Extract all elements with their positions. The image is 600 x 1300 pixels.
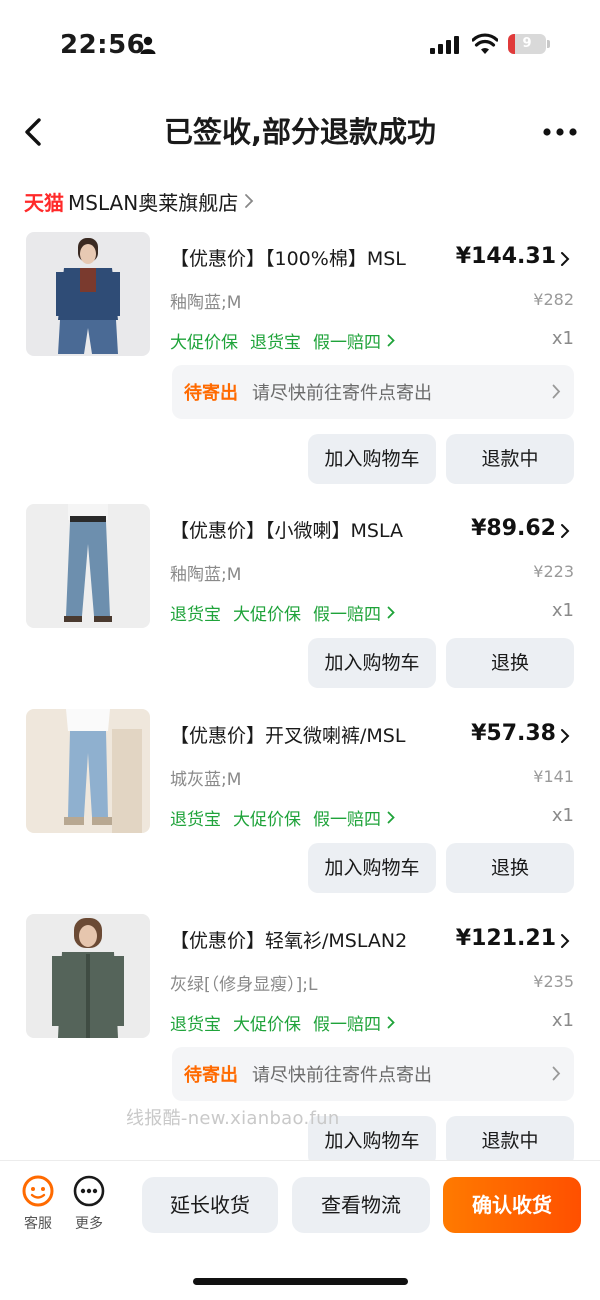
product-thumbnail[interactable]: [26, 232, 150, 356]
product-sku: 灰绿[（修身显瘦）];L: [170, 975, 318, 995]
chevron-right-icon[interactable]: [560, 523, 570, 539]
chevron-right-icon: [552, 1066, 561, 1081]
shop-name: MSLAN奥莱旗舰店: [68, 190, 239, 215]
customer-service-icon: [22, 1175, 54, 1207]
battery-level: 9: [522, 36, 532, 51]
product-sku: 釉陶蓝;M: [170, 565, 242, 585]
notice-text: 请尽快前往寄件点寄出: [252, 383, 432, 404]
service-tag: 退货宝: [170, 605, 221, 625]
service-tag: 大促价保: [170, 333, 238, 353]
service-tags[interactable]: 退货宝 大促价保 假一赔四: [170, 805, 395, 830]
battery-indicator: 9: [508, 34, 550, 54]
service-tags[interactable]: 退货宝 大促价保 假一赔四: [170, 1010, 395, 1035]
original-price: ¥141: [533, 767, 574, 786]
original-price: ¥235: [533, 972, 574, 991]
product-price: ¥144.31: [455, 244, 556, 269]
chevron-right-icon: [245, 194, 254, 208]
product-title: 【优惠价】轻氧衫/MSLAN2: [170, 930, 408, 952]
product-price: ¥89.62: [471, 516, 556, 541]
add-to-cart-button[interactable]: 加入购物车: [308, 434, 436, 484]
confirm-receipt-button[interactable]: 确认收货: [443, 1177, 581, 1233]
original-price: ¥223: [533, 562, 574, 581]
service-tags[interactable]: 退货宝 大促价保 假一赔四: [170, 600, 395, 625]
product-price: ¥57.38: [471, 721, 556, 746]
product-quantity: x1: [551, 1010, 574, 1031]
service-tag: 退货宝: [170, 1015, 221, 1035]
chevron-right-icon[interactable]: [560, 933, 570, 949]
exchange-button[interactable]: 退换: [446, 843, 574, 893]
more-label: 更多: [75, 1216, 103, 1232]
refund-status-button[interactable]: 退款中: [446, 434, 574, 484]
exchange-button[interactable]: 退换: [446, 638, 574, 688]
status-time: 22:56: [60, 30, 146, 60]
status-bar: 22:56 9: [0, 0, 600, 90]
wifi-icon: [472, 33, 498, 54]
add-to-cart-button[interactable]: 加入购物车: [308, 638, 436, 688]
service-tag: 退货宝: [250, 333, 301, 353]
product-title: 【优惠价】开叉微喇裤/MSL: [170, 725, 406, 747]
page-title: 已签收,部分退款成功: [163, 115, 437, 149]
service-tag: 大促价保: [233, 810, 301, 830]
cellular-signal-icon: [430, 36, 459, 54]
chevron-right-icon[interactable]: [560, 728, 570, 744]
person-icon: [140, 36, 156, 54]
product-price: ¥121.21: [455, 926, 556, 951]
product-sku: 城灰蓝;M: [170, 770, 242, 790]
back-arrow-icon[interactable]: [18, 112, 48, 152]
chevron-right-icon: [387, 606, 395, 619]
notice-status: 待寄出: [184, 383, 238, 404]
notice-text: 请尽快前往寄件点寄出: [252, 1065, 432, 1086]
service-tag: 假一赔四: [313, 810, 381, 830]
tmall-logo: 天猫: [24, 190, 64, 215]
service-tag: 退货宝: [170, 810, 221, 830]
service-tag: 假一赔四: [313, 1015, 381, 1035]
product-quantity: x1: [551, 328, 574, 349]
customer-service-button[interactable]: 客服: [16, 1175, 60, 1233]
watermark: 线报酷-new.xianbao.fun: [126, 1108, 340, 1129]
chevron-right-icon: [387, 334, 395, 347]
service-tags[interactable]: 大促价保 退货宝 假一赔四: [170, 328, 395, 353]
product-sku: 釉陶蓝;M: [170, 293, 242, 313]
notice-status: 待寄出: [184, 1065, 238, 1086]
chevron-right-icon: [387, 811, 395, 824]
product-quantity: x1: [551, 805, 574, 826]
chevron-right-icon: [387, 1016, 395, 1029]
service-tag: 大促价保: [233, 1015, 301, 1035]
product-thumbnail[interactable]: [26, 914, 150, 1038]
more-button[interactable]: 更多: [67, 1175, 111, 1233]
add-to-cart-button[interactable]: 加入购物车: [308, 843, 436, 893]
customer-service-label: 客服: [24, 1216, 52, 1232]
shop-header[interactable]: 天猫 MSLAN奥莱旗舰店: [24, 186, 254, 216]
original-price: ¥282: [533, 290, 574, 309]
product-title: 【优惠价】【100%棉】MSL: [170, 248, 406, 270]
product-thumbnail[interactable]: [26, 504, 150, 628]
more-icon: [73, 1175, 105, 1207]
product-title: 【优惠价】【小微喇】MSLA: [170, 520, 403, 542]
extend-receipt-button[interactable]: 延长收货: [142, 1177, 278, 1233]
more-options-icon[interactable]: [542, 122, 578, 142]
shipping-notice[interactable]: 待寄出 请尽快前往寄件点寄出: [172, 365, 574, 419]
shipping-notice[interactable]: 待寄出 请尽快前往寄件点寄出: [172, 1047, 574, 1101]
product-quantity: x1: [551, 600, 574, 621]
view-logistics-button[interactable]: 查看物流: [292, 1177, 430, 1233]
service-tag: 大促价保: [233, 605, 301, 625]
service-tag: 假一赔四: [313, 605, 381, 625]
chevron-right-icon: [552, 384, 561, 399]
service-tag: 假一赔四: [313, 333, 381, 353]
home-indicator[interactable]: [193, 1278, 408, 1285]
chevron-right-icon[interactable]: [560, 251, 570, 267]
refund-status-button[interactable]: 退款中: [446, 1116, 574, 1166]
product-thumbnail[interactable]: [26, 709, 150, 833]
